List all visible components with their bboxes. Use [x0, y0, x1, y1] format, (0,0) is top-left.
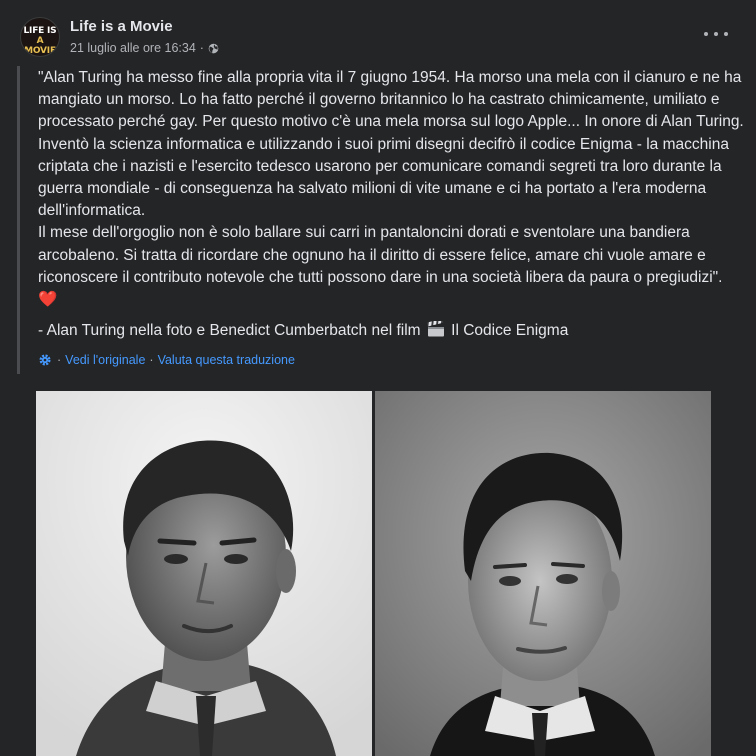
post-photos[interactable] [0, 388, 756, 756]
translation-bar: · Vedi l'originale · Valuta questa tradu… [38, 352, 295, 368]
post-body: "Alan Turing ha messo fine alla propria … [38, 67, 744, 311]
more-options-button[interactable] [704, 26, 728, 42]
facebook-post: LIFE IS A MOVIE Life is a Movie 21 lugli… [0, 0, 756, 756]
rate-translation-link[interactable]: Valuta questa traduzione [158, 352, 295, 368]
heart-emoji-icon: ❤️ [38, 291, 58, 309]
quote-bar [17, 66, 20, 374]
globe-icon[interactable] [208, 43, 219, 54]
alan-turing-photo[interactable] [36, 391, 372, 756]
post-body-text: "Alan Turing ha messo fine alla propria … [38, 69, 744, 286]
avatar-line-1: LIFE IS [23, 26, 57, 36]
translation-separator: · [57, 353, 62, 367]
post-timestamp[interactable]: 21 luglio alle ore 16:34 [70, 40, 196, 56]
meta-separator: · [199, 41, 204, 55]
credit-text-after: Il Codice Enigma [446, 322, 569, 339]
clapper-board-icon [426, 321, 444, 337]
page-avatar[interactable]: LIFE IS A MOVIE [20, 17, 60, 57]
post-credit: - Alan Turing nella foto e Benedict Cumb… [38, 320, 568, 342]
translation-separator: · [149, 353, 154, 367]
dot-icon [724, 32, 728, 36]
dot-icon [714, 32, 718, 36]
translate-gear-icon [39, 354, 51, 366]
benedict-cumberbatch-photo[interactable] [375, 391, 711, 756]
credit-text-before: - Alan Turing nella foto e Benedict Cumb… [38, 322, 425, 339]
post-header: LIFE IS A MOVIE Life is a Movie 21 lugli… [0, 0, 756, 62]
see-original-link[interactable]: Vedi l'originale [65, 352, 145, 368]
post-meta: 21 luglio alle ore 16:34 · [70, 40, 219, 56]
page-name-link[interactable]: Life is a Movie [70, 18, 173, 36]
dot-icon [704, 32, 708, 36]
avatar-line-2: A MOVIE [24, 36, 56, 56]
